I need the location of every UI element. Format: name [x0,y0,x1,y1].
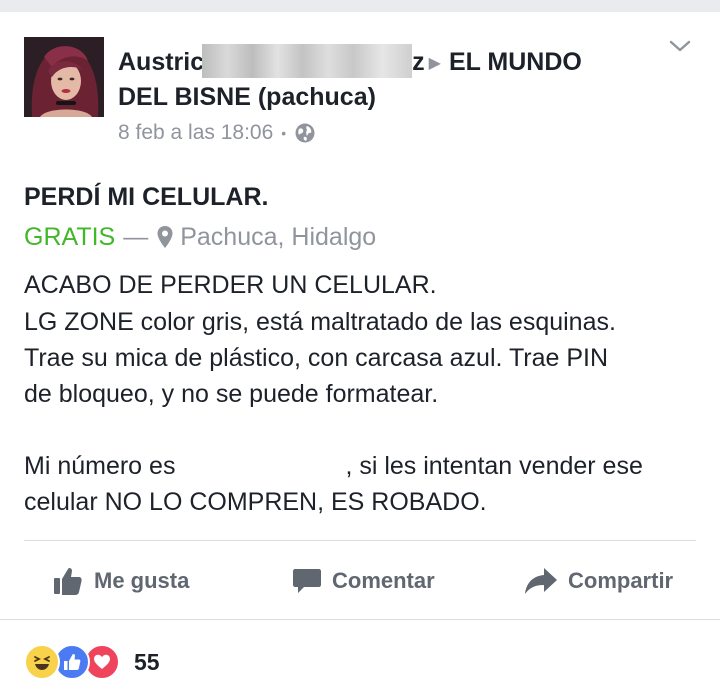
avatar-photo [24,37,104,117]
listing-location[interactable]: Pachuca, Hidalgo [180,222,376,252]
post-body-line: LG ZONE color gris, está maltratado de l… [24,308,616,336]
post-header-line-2: DEL BISNE (pachuca) [118,82,376,112]
meta-separator: • [281,125,287,141]
redacted-name-block [202,44,413,78]
group-name[interactable]: EL MUNDO [449,48,582,76]
divider [0,619,720,620]
thumbs-up-icon [54,567,82,595]
listing-price: GRATIS [24,223,116,251]
post-body-text: Mi número es [24,452,176,480]
reactions-summary[interactable]: 55 [24,644,160,680]
author-name[interactable]: Austric z [118,44,425,78]
post-body-line: ACABO DE PERDER UN CELULAR. [24,271,437,299]
price-separator: — [123,223,149,251]
haha-reaction-icon [24,644,60,680]
map-pin-icon [157,226,173,248]
post-body-line: de bloqueo, y no se puede formatear. [24,380,439,408]
post-body-line: Trae su mica de plástico, con carcasa az… [24,344,609,372]
post-body-text: , si les intentan vender ese [345,452,643,480]
author-name-end[interactable]: z [412,48,425,76]
comment-label: Comentar [332,568,435,593]
post-body-line: Mi número es , si les intentan vender ese [24,448,643,484]
timestamp[interactable]: 8 feb a las 18:06 [118,120,273,146]
arrow-right-icon: ▶ [428,55,441,72]
divider [24,540,696,541]
post-meta: 8 feb a las 18:06 • [118,120,316,146]
post-header-line-1: Austric z ▶ EL MUNDO [118,44,582,79]
chevron-down-icon[interactable] [668,38,692,54]
group-name-continued[interactable]: DEL BISNE (pachuca) [118,83,376,111]
avatar[interactable] [24,37,104,117]
reaction-count[interactable]: 55 [134,649,160,676]
like-button[interactable]: Me gusta [52,562,189,600]
top-strip [0,0,720,12]
like-label: Me gusta [94,568,190,593]
share-arrow-icon [525,568,557,594]
listing-price-location: GRATIS — Pachuca, Hidalgo [24,222,376,252]
share-button[interactable]: Compartir [524,562,673,600]
comment-button[interactable]: Comentar [292,562,435,600]
post-body-line: celular NO LO COMPREN, ES ROBADO. [24,488,487,516]
share-label: Compartir [568,568,674,593]
comment-bubble-icon [293,569,321,593]
globe-icon[interactable] [294,122,316,144]
author-name-start[interactable]: Austric [118,48,204,76]
listing-title: PERDÍ MI CELULAR. [24,183,269,211]
